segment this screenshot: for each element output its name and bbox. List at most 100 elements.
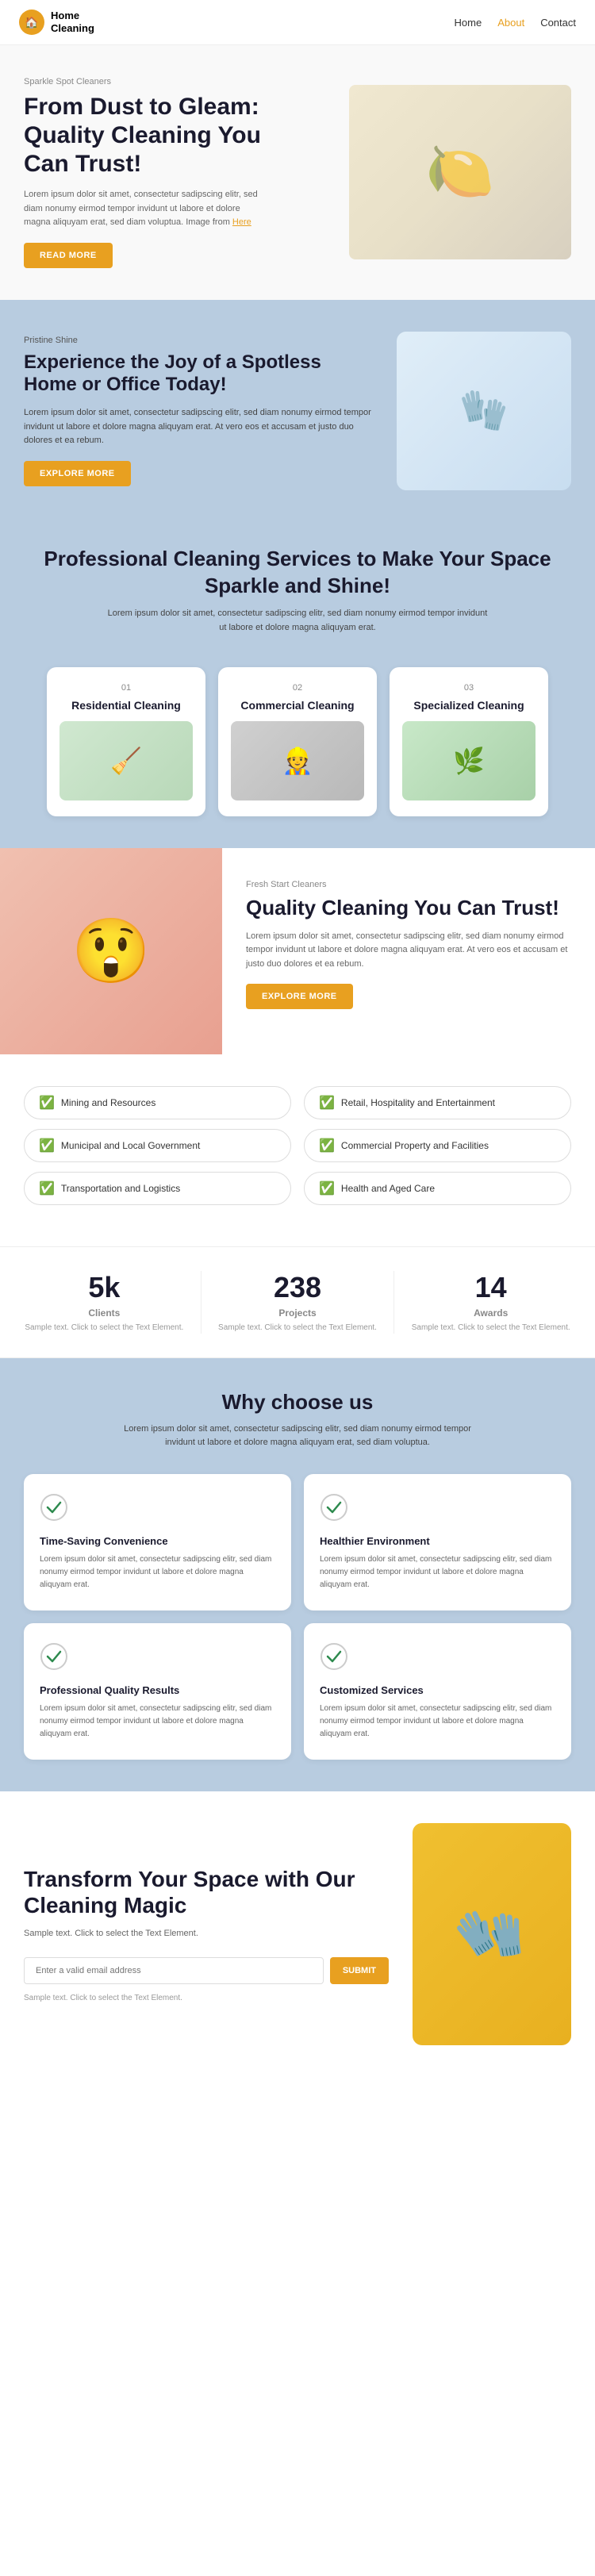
hero-link[interactable]: Here [232,217,251,227]
stat-awards-num: 14 [410,1271,571,1304]
why-card-title-1: Time-Saving Convenience [40,1535,275,1547]
industry-label-6: Health and Aged Care [341,1183,435,1194]
stat-projects-desc: Sample text. Click to select the Text El… [217,1322,378,1334]
pristine-cta-button[interactable]: EXPLORE MORE [24,461,131,486]
fresh-section: 😲 Fresh Start Cleaners Quality Cleaning … [0,848,595,1054]
hero-section: Sparkle Spot Cleaners From Dust to Gleam… [0,45,595,300]
industry-badge-mining: ✅ Mining and Resources [24,1086,291,1119]
hero-brand: Sparkle Spot Cleaners [24,77,298,86]
stat-projects: 238 Projects Sample text. Click to selec… [217,1271,378,1334]
fresh-cta-button[interactable]: EXPLORE MORE [246,984,353,1009]
fresh-person-icon: 😲 [71,914,151,989]
industry-badge-health: ✅ Health and Aged Care [304,1172,571,1205]
transform-section: Transform Your Space with Our Cleaning M… [0,1791,595,2077]
hero-image-icon: 🍋 [425,140,494,205]
stat-divider-1 [201,1271,202,1334]
stat-clients-num: 5k [24,1271,185,1304]
stat-projects-num: 238 [217,1271,378,1304]
logo-icon: 🏠 [19,10,44,35]
pristine-image-icon: 🧤 [459,387,509,434]
pristine-brand: Pristine Shine [24,336,373,345]
service-num-2: 02 [231,683,364,693]
why-card-desc-3: Lorem ipsum dolor sit amet, consectetur … [40,1703,275,1741]
service-name-3: Specialized Cleaning [402,699,536,712]
check-icon-1: ✅ [39,1095,55,1111]
email-input[interactable] [24,1957,324,1984]
logo: 🏠 Home Cleaning [19,10,94,35]
fresh-title: Quality Cleaning You Can Trust! [246,896,571,920]
why-card-time-saving: Time-Saving Convenience Lorem ipsum dolo… [24,1474,291,1610]
transform-content: Transform Your Space with Our Cleaning M… [24,1866,389,2002]
hero-image-area: 🍋 [298,85,571,259]
hero-title: From Dust to Gleam: Quality Cleaning You… [24,93,298,179]
hero-content: Sparkle Spot Cleaners From Dust to Gleam… [24,77,298,268]
commercial-icon: 👷 [282,746,313,776]
industry-label-1: Mining and Resources [61,1097,155,1108]
service-num-1: 01 [60,683,193,693]
submit-button[interactable]: SUBMIT [330,1957,389,1984]
stat-projects-label: Projects [217,1307,378,1319]
pristine-image-box: 🧤 [397,332,571,490]
why-grid: Time-Saving Convenience Lorem ipsum dolo… [24,1474,571,1760]
hero-image-box: 🍋 [349,85,571,259]
service-name-2: Commercial Cleaning [231,699,364,712]
why-card-desc-1: Lorem ipsum dolor sit amet, consectetur … [40,1553,275,1591]
industry-badge-transport: ✅ Transportation and Logistics [24,1172,291,1205]
why-card-desc-4: Lorem ipsum dolor sit amet, consectetur … [320,1703,555,1741]
stat-awards-desc: Sample text. Click to select the Text El… [410,1322,571,1334]
stat-clients-desc: Sample text. Click to select the Text El… [24,1322,185,1334]
pristine-section: Pristine Shine Experience the Joy of a S… [0,300,595,522]
hero-cta-button[interactable]: READ MORE [24,243,113,268]
fresh-brand: Fresh Start Cleaners [246,880,571,889]
why-card-desc-2: Lorem ipsum dolor sit amet, consectetur … [320,1553,555,1591]
pristine-title: Experience the Joy of a Spotless Home or… [24,351,373,397]
why-card-title-3: Professional Quality Results [40,1684,275,1696]
logo-text: Home Cleaning [51,10,94,34]
services-intro-title: Professional Cleaning Services to Make Y… [24,546,571,600]
stats-section: 5k Clients Sample text. Click to select … [0,1246,595,1358]
fresh-image: 😲 [0,848,222,1054]
nav-home[interactable]: Home [455,17,482,29]
why-card-quality: Professional Quality Results Lorem ipsum… [24,1623,291,1760]
navbar: 🏠 Home Cleaning Home About Contact [0,0,595,45]
healthier-icon [320,1493,555,1527]
service-img-1: 🧹 [60,721,193,800]
why-card-title-2: Healthier Environment [320,1535,555,1547]
industry-row-3: ✅ Transportation and Logistics ✅ Health … [24,1172,571,1205]
why-section: Why choose us Lorem ipsum dolor sit amet… [0,1358,595,1791]
stat-awards-label: Awards [410,1307,571,1319]
service-img-2: 👷 [231,721,364,800]
services-intro-desc: Lorem ipsum dolor sit amet, consectetur … [107,607,488,635]
check-icon-2: ✅ [319,1095,335,1111]
industry-row-2: ✅ Municipal and Local Government ✅ Comme… [24,1129,571,1162]
service-card-specialized: 03 Specialized Cleaning 🌿 [390,667,548,816]
industry-label-4: Commercial Property and Facilities [341,1140,489,1151]
industry-label-2: Retail, Hospitality and Entertainment [341,1097,495,1108]
why-card-customized: Customized Services Lorem ipsum dolor si… [304,1623,571,1760]
transform-title: Transform Your Space with Our Cleaning M… [24,1866,389,1919]
check-icon-5: ✅ [39,1181,55,1196]
nav-links: Home About Contact [455,17,576,29]
hero-desc: Lorem ipsum dolor sit amet, consectetur … [24,188,262,230]
nav-contact[interactable]: Contact [540,17,576,29]
specialized-icon: 🌿 [453,746,485,776]
stat-clients-label: Clients [24,1307,185,1319]
residential-icon: 🧹 [110,746,142,776]
transform-image: 🧤 [413,1823,571,2045]
fresh-desc: Lorem ipsum dolor sit amet, consectetur … [246,930,571,972]
transform-footnote: Sample text. Click to select the Text El… [24,1994,389,2002]
check-icon-4: ✅ [319,1138,335,1154]
industry-badge-commercial-property: ✅ Commercial Property and Facilities [304,1129,571,1162]
nav-about[interactable]: About [497,17,524,29]
pristine-content: Pristine Shine Experience the Joy of a S… [24,336,373,486]
stat-clients: 5k Clients Sample text. Click to select … [24,1271,185,1334]
fresh-content: Fresh Start Cleaners Quality Cleaning Yo… [222,848,595,1054]
service-num-3: 03 [402,683,536,693]
transform-glove-icon: 🧤 [448,1891,536,1976]
quality-icon [40,1642,275,1676]
stat-divider-2 [393,1271,394,1334]
email-form: SUBMIT [24,1957,389,1984]
why-title: Why choose us [24,1390,571,1415]
check-icon-6: ✅ [319,1181,335,1196]
service-card-commercial: 02 Commercial Cleaning 👷 [218,667,377,816]
